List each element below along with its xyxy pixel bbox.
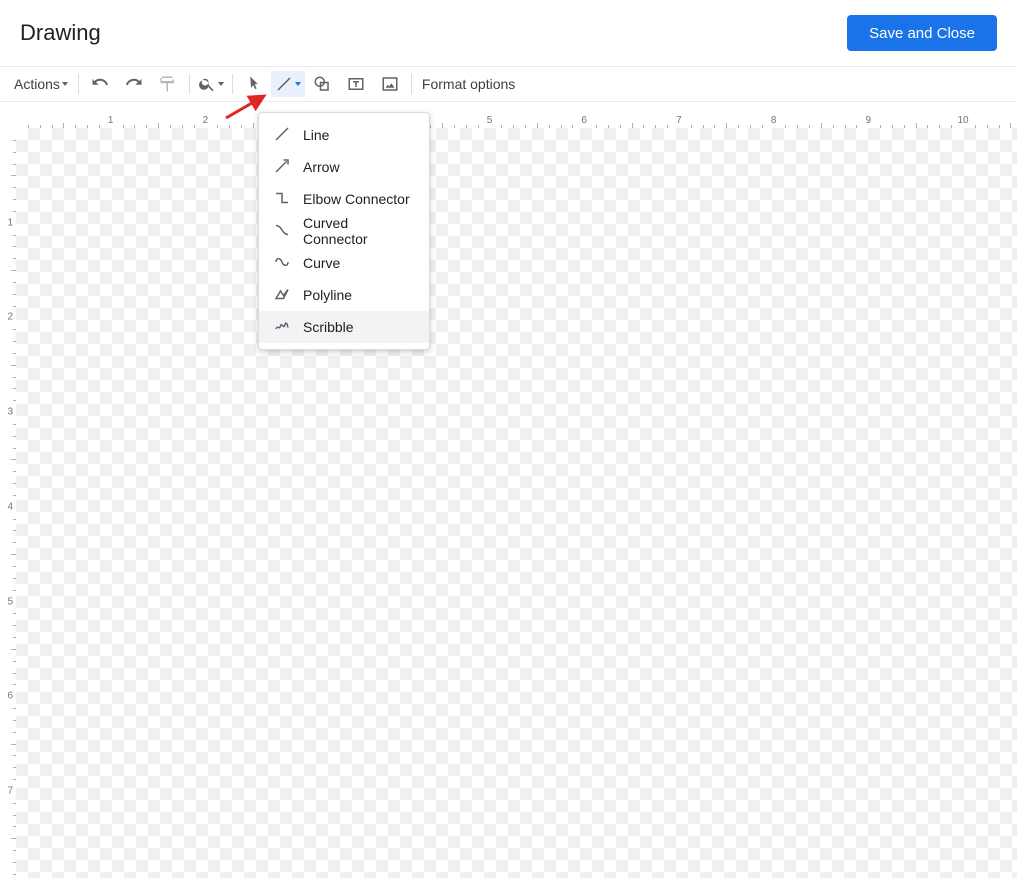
- chevron-down-icon: [218, 82, 224, 86]
- toolbar-separator: [189, 74, 190, 94]
- menu-item-arrow[interactable]: Arrow: [259, 151, 429, 183]
- line-tool-dropdown: Line Arrow Elbow Connector Curved Connector…: [258, 112, 430, 350]
- toolbar-separator: [232, 74, 233, 94]
- menu-item-elbow[interactable]: Elbow Connector: [259, 183, 429, 215]
- menu-item-label: Polyline: [303, 287, 352, 303]
- chevron-down-icon: [295, 82, 301, 86]
- zoom-button[interactable]: [194, 71, 228, 97]
- shape-icon: [313, 75, 331, 93]
- menu-item-label: Scribble: [303, 319, 354, 335]
- menu-item-label: Elbow Connector: [303, 191, 410, 207]
- paint-roller-icon: [159, 75, 177, 93]
- polyline-icon: [273, 285, 291, 306]
- undo-icon: [91, 75, 109, 93]
- drawing-canvas[interactable]: [16, 128, 1017, 878]
- actions-menu-label: Actions: [14, 76, 60, 92]
- save-and-close-button[interactable]: Save and Close: [847, 15, 997, 51]
- format-options-button[interactable]: Format options: [416, 71, 521, 97]
- toolbar-separator: [411, 74, 412, 94]
- redo-icon: [125, 75, 143, 93]
- menu-item-label: Curve: [303, 255, 340, 271]
- image-icon: [381, 75, 399, 93]
- redo-button[interactable]: [117, 71, 151, 97]
- text-box-icon: [347, 75, 365, 93]
- vertical-ruler: 1234567: [0, 128, 17, 878]
- paint-format-button[interactable]: [151, 71, 185, 97]
- curved-icon: [273, 221, 291, 242]
- select-tool-button[interactable]: [237, 71, 271, 97]
- arrow-icon: [273, 157, 291, 178]
- menu-item-label: Curved Connector: [303, 215, 415, 247]
- menu-item-polyline[interactable]: Polyline: [259, 279, 429, 311]
- actions-menu-button[interactable]: Actions: [8, 71, 74, 97]
- menu-item-curved[interactable]: Curved Connector: [259, 215, 429, 247]
- chevron-down-icon: [62, 82, 68, 86]
- toolbar-separator: [78, 74, 79, 94]
- dialog-title: Drawing: [20, 20, 101, 46]
- zoom-icon: [198, 75, 216, 93]
- scribble-icon: [273, 317, 291, 338]
- line-tool-button[interactable]: [271, 71, 305, 97]
- menu-item-label: Line: [303, 127, 329, 143]
- curve-icon: [273, 253, 291, 274]
- text-box-button[interactable]: [339, 71, 373, 97]
- format-options-label: Format options: [422, 76, 515, 92]
- dialog-header: Drawing Save and Close: [0, 0, 1017, 66]
- line-icon: [275, 75, 293, 93]
- toolbar: Actions Format options: [0, 66, 1017, 102]
- undo-button[interactable]: [83, 71, 117, 97]
- menu-item-label: Arrow: [303, 159, 340, 175]
- menu-item-scribble[interactable]: Scribble: [259, 311, 429, 343]
- menu-item-line[interactable]: Line: [259, 119, 429, 151]
- image-button[interactable]: [373, 71, 407, 97]
- horizontal-ruler: 12345678910: [0, 112, 1017, 129]
- elbow-icon: [273, 189, 291, 210]
- menu-item-curve[interactable]: Curve: [259, 247, 429, 279]
- line-icon: [273, 125, 291, 146]
- cursor-icon: [245, 75, 263, 93]
- shape-tool-button[interactable]: [305, 71, 339, 97]
